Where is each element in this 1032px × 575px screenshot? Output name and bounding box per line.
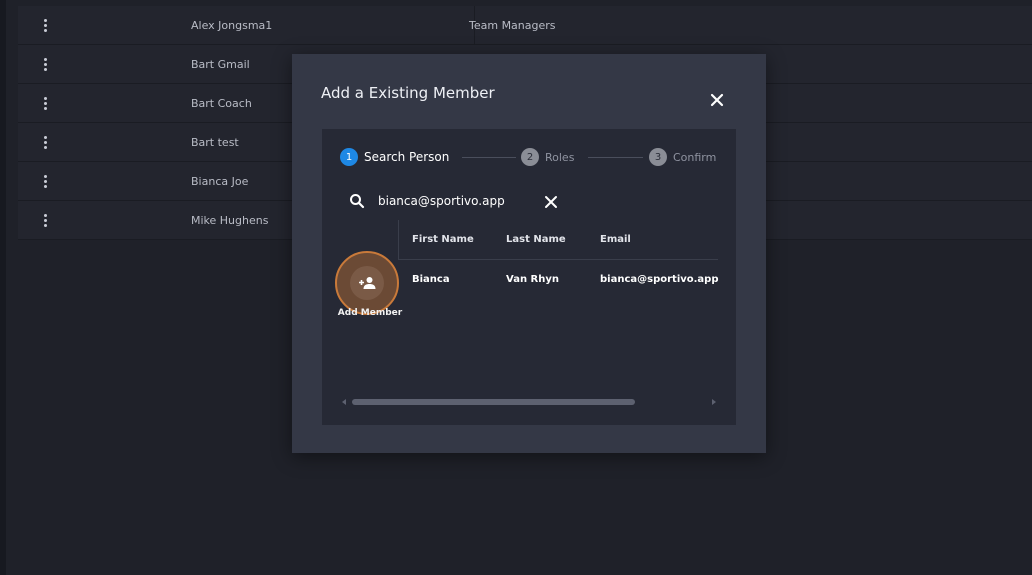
results-table-header: First Name Last Name Email: [398, 220, 718, 260]
result-email: bianca@sportivo.app: [600, 274, 719, 285]
more-options-icon[interactable]: [44, 6, 47, 45]
step-label: Confirm: [673, 150, 717, 164]
scroll-right-icon[interactable]: [712, 399, 716, 405]
result-last-name: Van Rhyn: [506, 274, 559, 285]
search-input[interactable]: [378, 190, 528, 212]
add-member-dialog: Add a Existing Member 1 Search Person 2 …: [292, 54, 766, 453]
dialog-title: Add a Existing Member: [321, 84, 495, 102]
member-name: Bart Coach: [191, 96, 252, 110]
step-roles: 2 Roles: [521, 148, 574, 166]
member-name: Bianca Joe: [191, 174, 249, 188]
step-label: Search Person: [364, 150, 450, 164]
member-name: Bart test: [191, 135, 239, 149]
more-options-icon[interactable]: [44, 123, 47, 162]
column-divider: [398, 220, 399, 260]
table-row[interactable]: Alex Jongsma1 Team Managers: [18, 6, 1032, 45]
column-header-email: Email: [600, 234, 631, 245]
member-group: Team Managers: [469, 18, 556, 32]
add-member-label: Add Member: [337, 308, 403, 318]
member-name: Bart Gmail: [191, 57, 250, 71]
add-member-button[interactable]: [335, 251, 399, 315]
horizontal-scrollbar[interactable]: [342, 397, 716, 407]
step-search-person: 1 Search Person: [340, 148, 449, 166]
column-header-last-name: Last Name: [506, 234, 566, 245]
scrollbar-thumb[interactable]: [352, 399, 635, 405]
more-options-icon[interactable]: [44, 84, 47, 123]
member-name: Mike Hughens: [191, 213, 269, 227]
member-name: Alex Jongsma1: [191, 18, 273, 32]
left-rail: [0, 0, 6, 575]
step-label: Roles: [545, 150, 575, 164]
more-options-icon[interactable]: [44, 45, 47, 84]
step-number: 3: [649, 148, 667, 166]
step-confirm: 3 Confirm: [649, 148, 716, 166]
search-icon: [349, 193, 365, 209]
column-header-first-name: First Name: [412, 234, 474, 245]
result-first-name: Bianca: [412, 274, 450, 285]
dialog-content: 1 Search Person 2 Roles 3 Confirm bianca…: [322, 129, 736, 425]
scroll-left-icon[interactable]: [342, 399, 346, 405]
more-options-icon[interactable]: [44, 162, 47, 201]
more-options-icon[interactable]: [44, 201, 47, 240]
clear-search-icon[interactable]: [544, 194, 558, 208]
step-connector: [462, 157, 516, 158]
step-number: 2: [521, 148, 539, 166]
add-person-icon: [350, 266, 384, 300]
step-connector: [588, 157, 643, 158]
close-icon[interactable]: [708, 91, 726, 109]
step-number: 1: [340, 148, 358, 166]
